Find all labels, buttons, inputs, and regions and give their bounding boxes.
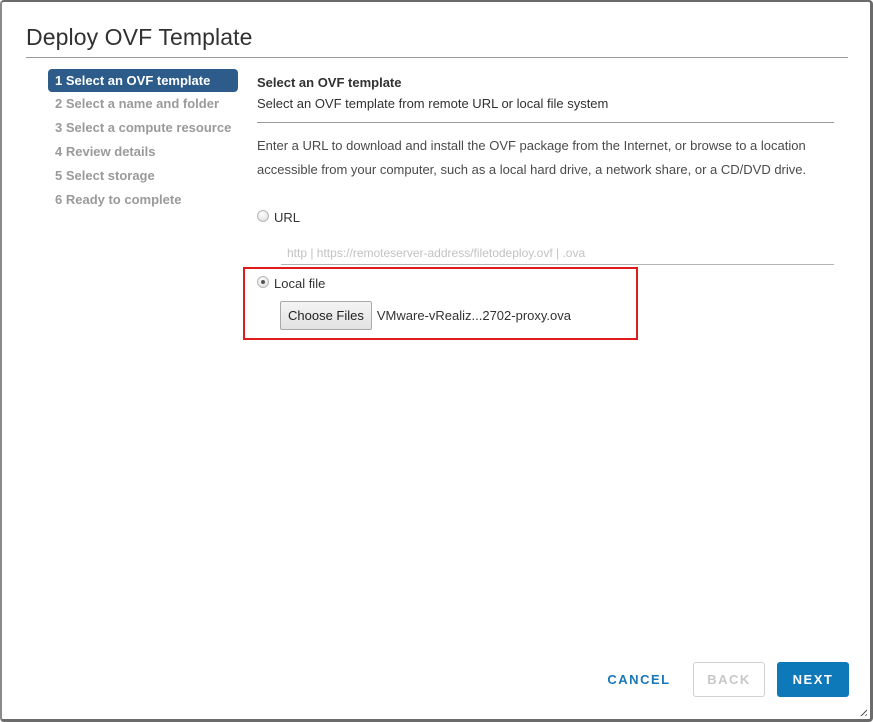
wizard-step-review-details[interactable]: 4 Review details [48,140,238,164]
resize-grip-icon[interactable] [858,707,867,716]
url-input[interactable] [281,240,834,265]
back-button[interactable]: BACK [693,662,765,697]
wizard-steps: 1 Select an OVF template 2 Select a name… [48,69,238,212]
wizard-step-select-ovf-template[interactable]: 1 Select an OVF template [48,69,238,92]
next-button[interactable]: NEXT [777,662,849,697]
url-option[interactable]: URL [257,206,300,228]
section-subtitle: Select an OVF template from remote URL o… [257,96,609,111]
cancel-button[interactable]: CANCEL [600,662,678,697]
selected-file-name: VMware-vRealiz...2702-proxy.ova [376,308,571,323]
wizard-step-select-storage[interactable]: 5 Select storage [48,164,238,188]
step-content: Select an OVF template Select an OVF tem… [257,72,834,265]
local-file-radio-label: Local file [274,275,326,291]
wizard-step-ready-to-complete[interactable]: 6 Ready to complete [48,188,238,212]
section-divider [257,122,834,123]
url-radio-label: URL [274,209,301,225]
title-divider [26,57,848,58]
wizard-step-select-name-folder[interactable]: 2 Select a name and folder [48,92,238,116]
section-title: Select an OVF template [257,75,402,90]
wizard-step-select-compute-resource[interactable]: 3 Select a compute resource [48,116,238,140]
section-description: Enter a URL to download and install the … [257,138,807,177]
local-file-radio[interactable] [257,276,269,288]
file-picker: Choose Files VMware-vRealiz...2702-proxy… [280,301,571,330]
deploy-ovf-dialog: Deploy OVF Template 1 Select an OVF temp… [0,0,873,722]
local-file-option[interactable]: Local file [257,272,325,294]
choose-files-button[interactable]: Choose Files [280,301,372,330]
url-radio[interactable] [257,210,269,222]
dialog-title: Deploy OVF Template [26,24,253,50]
